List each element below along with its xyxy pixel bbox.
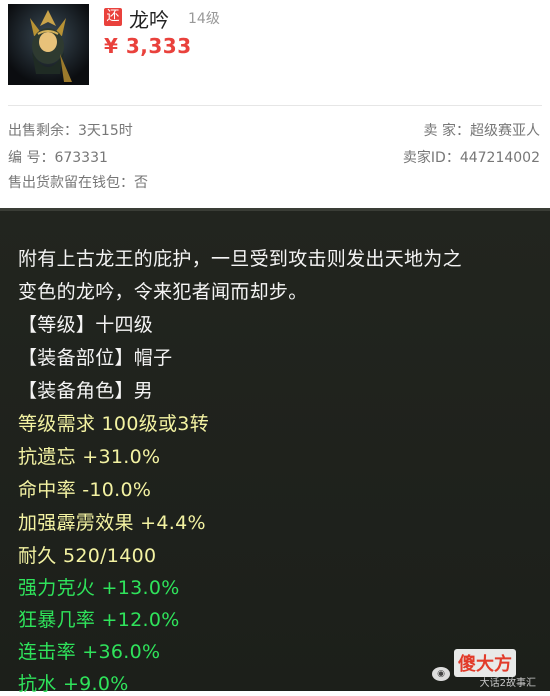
bonus-stat-line: 强力克火 +13.0% [18, 577, 180, 599]
header-divider [8, 105, 542, 106]
item-header: 还 龙吟 14级 ¥ 3,333 [0, 0, 550, 110]
bonus-stat-line: 连击率 +36.0% [18, 641, 161, 663]
wallet-setting: 售出货款留在钱包：否 [8, 175, 148, 191]
seller-name[interactable]: 卖 家：超级赛亚人 [424, 120, 540, 140]
helmet-icon [8, 4, 89, 85]
wechat-icon: ◉ [432, 667, 450, 681]
durability-line: 耐久 520/1400 [18, 545, 157, 567]
description-line-1: 附有上古龙王的庇护，一旦受到攻击则发出天地为之 [18, 248, 462, 270]
requirement-line: 等级需求 100级或3转 [18, 413, 209, 435]
stat-line: 命中率 -10.0% [18, 479, 152, 501]
time-left: 出售剩余：3天15时 [8, 123, 133, 139]
stat-line: 加强霹雳效果 +4.4% [18, 512, 206, 534]
serial-number: 编 号：673331 [8, 150, 108, 166]
item-name: 龙吟 [129, 8, 169, 32]
bonus-stat-line: 狂暴几率 +12.0% [18, 609, 180, 631]
item-price: ¥ 3,333 [104, 34, 192, 58]
bonus-stat-line: 抗水 +9.0% [18, 673, 129, 695]
description-line-2: 变色的龙吟，令来犯者闻而却步。 [18, 281, 308, 303]
watermark-text: 大话2故事汇 [479, 678, 536, 689]
item-level: 14级 [188, 11, 220, 27]
seller-id: 卖家ID：447214002 [402, 150, 540, 166]
role-line: 【装备角色】男 [18, 380, 154, 402]
item-detail-panel: 附有上古龙王的庇护，一旦受到攻击则发出天地为之 变色的龙吟，令来犯者闻而却步。 … [0, 208, 550, 695]
watermark-logo: 傻大方 [454, 649, 516, 677]
grade-line: 【等级】十四级 [18, 314, 154, 336]
stat-line: 抗遗忘 +31.0% [18, 446, 161, 468]
slot-line: 【装备部位】帽子 [18, 347, 173, 369]
return-badge: 还 [104, 8, 122, 26]
item-thumbnail[interactable] [8, 4, 89, 85]
